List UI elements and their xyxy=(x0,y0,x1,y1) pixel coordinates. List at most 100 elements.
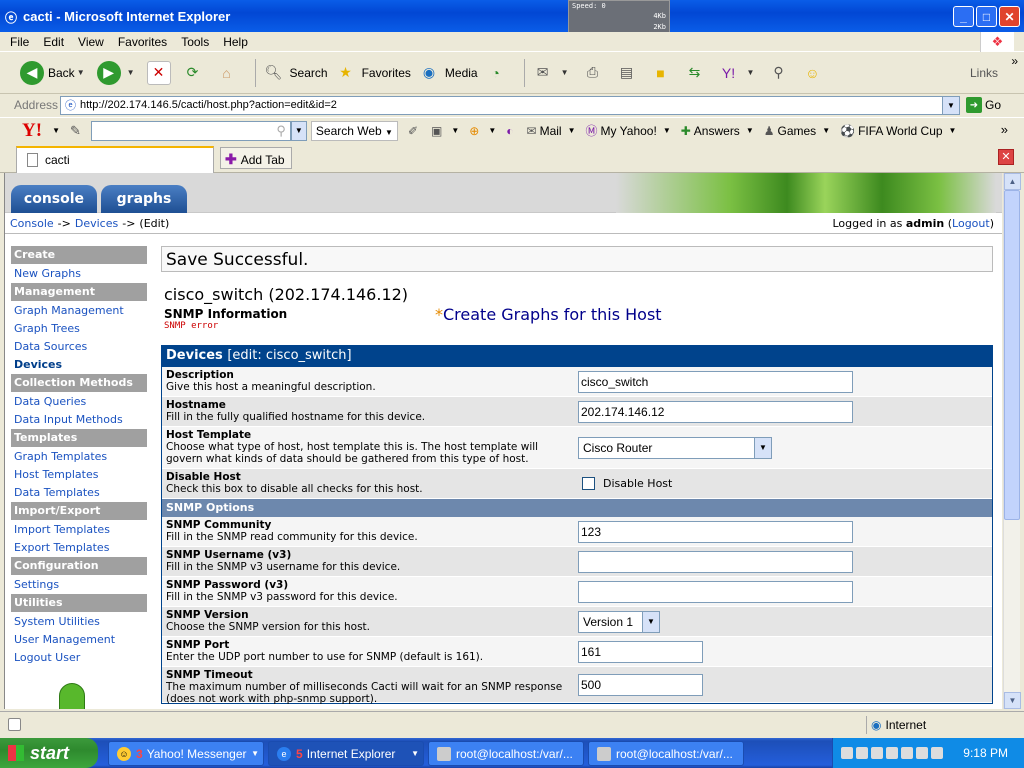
scroll-up-icon[interactable]: ▲ xyxy=(1004,173,1021,190)
pencil-icon[interactable]: ✎ xyxy=(70,123,81,139)
home-button[interactable]: ⌂ xyxy=(215,58,243,88)
disable-host-label[interactable]: Disable Host xyxy=(603,477,672,490)
menu-link-graph-management[interactable]: Graph Management xyxy=(11,302,147,320)
popup-blocker-button[interactable]: ▣ ▼ xyxy=(431,124,459,138)
task-terminal-1[interactable]: root@localhost:/var/... xyxy=(428,741,584,766)
vertical-scrollbar[interactable]: ▲ ▼ xyxy=(1003,173,1021,709)
favorites-button[interactable]: ★ Favorites xyxy=(334,58,411,88)
breadcrumb-devices[interactable]: Devices xyxy=(75,217,118,230)
address-dropdown-icon[interactable]: ▼ xyxy=(942,96,959,114)
snmp-password-input[interactable] xyxy=(578,580,853,603)
menu-tools[interactable]: Tools xyxy=(181,35,209,49)
highlight-button[interactable]: ✐ xyxy=(408,124,421,138)
tab-cacti[interactable]: cacti xyxy=(16,146,214,173)
back-button[interactable]: ◀ Back ▼ xyxy=(20,58,91,88)
maximize-button[interactable]: □ xyxy=(976,6,997,27)
history-button[interactable]: ◔ xyxy=(484,58,512,88)
menu-link-host-templates[interactable]: Host Templates xyxy=(11,466,147,484)
snmp-community-input[interactable]: 123 xyxy=(578,520,853,543)
tray-messenger-icon[interactable] xyxy=(916,747,928,759)
menu-link-data-queries[interactable]: Data Queries xyxy=(11,393,147,411)
links-label[interactable]: Links xyxy=(970,66,998,80)
description-input[interactable]: cisco_switch xyxy=(578,370,853,393)
menu-link-data-input-methods[interactable]: Data Input Methods xyxy=(11,411,147,429)
snmp-username-input[interactable] xyxy=(578,550,853,573)
tray-antivirus-icon[interactable] xyxy=(931,747,943,759)
mail-button[interactable]: ✉ ▼ xyxy=(531,58,575,88)
add-tab-button[interactable]: ✚ Add Tab xyxy=(220,147,292,169)
my-yahoo-button[interactable]: Ⓜ My Yahoo! ▼ xyxy=(586,122,671,139)
answers-button[interactable]: ✚ Answers ▼ xyxy=(681,124,754,138)
messenger-button[interactable]: ⇆ xyxy=(683,58,711,88)
hostname-input[interactable]: 202.174.146.12 xyxy=(578,400,853,423)
yahoo-logo[interactable]: Y! xyxy=(22,120,42,142)
forward-dropdown-icon[interactable]: ▼ xyxy=(127,68,135,77)
media-button[interactable]: ◉ Media xyxy=(417,58,478,88)
task-terminal-2[interactable]: root@localhost:/var/... xyxy=(588,741,744,766)
clock[interactable]: 9:18 PM xyxy=(963,746,1008,760)
start-button[interactable]: start xyxy=(0,738,98,768)
menu-favorites[interactable]: Favorites xyxy=(118,35,167,49)
research-button[interactable]: ⚲ xyxy=(766,58,794,88)
menu-link-data-templates[interactable]: Data Templates xyxy=(11,484,147,502)
close-tab-icon[interactable]: ✕ xyxy=(998,149,1014,165)
tray-user-icon[interactable] xyxy=(871,747,883,759)
search-web-button[interactable]: Search Web ▼ xyxy=(310,120,398,141)
menu-file[interactable]: File xyxy=(10,35,29,49)
tray-arrow-icon[interactable] xyxy=(841,747,853,759)
menu-link-import-templates[interactable]: Import Templates xyxy=(11,521,147,539)
tray-exchange-icon[interactable] xyxy=(886,747,898,759)
menu-link-user-management[interactable]: User Management xyxy=(11,631,147,649)
forward-button[interactable]: ▶ ▼ xyxy=(96,58,141,88)
address-input[interactable]: ⓔ http://202.174.146.5/cacti/host.php?ac… xyxy=(60,95,960,115)
menu-link-graph-templates[interactable]: Graph Templates xyxy=(11,448,147,466)
yahoo-button[interactable]: Y! ▼ xyxy=(717,58,761,88)
menu-view[interactable]: View xyxy=(78,35,104,49)
menu-edit[interactable]: Edit xyxy=(43,35,64,49)
yahoo-logo-dropdown-icon[interactable]: ▼ xyxy=(52,126,60,135)
tab-graphs[interactable]: graphs xyxy=(101,185,187,213)
menu-link-graph-trees[interactable]: Graph Trees xyxy=(11,320,147,338)
notes-button[interactable]: ■ xyxy=(649,58,677,88)
task-yahoo-messenger[interactable]: ☺ 3 Yahoo! Messenger ▼ xyxy=(108,741,264,766)
menu-link-new-graphs[interactable]: New Graphs xyxy=(11,265,147,283)
menu-link-devices[interactable]: Devices xyxy=(11,356,147,374)
mail-dropdown-icon[interactable]: ▼ xyxy=(561,68,569,77)
go-button[interactable]: ➜ Go xyxy=(966,97,1001,113)
tray-network-icon[interactable] xyxy=(856,747,868,759)
scroll-down-icon[interactable]: ▼ xyxy=(1004,692,1021,709)
fifa-button[interactable]: ⚽ FIFA World Cup ▼ xyxy=(840,124,956,138)
task-internet-explorer[interactable]: e 5 Internet Explorer ▼ xyxy=(268,741,424,766)
yahoo-search-dropdown-icon[interactable]: ▼ xyxy=(290,120,307,141)
tab-console[interactable]: console xyxy=(11,185,97,213)
edit-button[interactable]: ▤ xyxy=(615,58,643,88)
snmp-timeout-input[interactable]: 500 xyxy=(578,673,703,696)
music-button[interactable]: ◐ xyxy=(506,124,516,138)
yahoo-search-input[interactable]: ⚲ xyxy=(90,120,291,141)
print-button[interactable]: ⎙ xyxy=(581,58,609,88)
yahoo-dropdown-icon[interactable]: ▼ xyxy=(747,68,755,77)
menu-link-logout-user[interactable]: Logout User xyxy=(11,649,147,667)
minimize-button[interactable]: _ xyxy=(953,6,974,27)
chevron-right-icon[interactable]: » xyxy=(1001,122,1008,137)
menu-link-export-templates[interactable]: Export Templates xyxy=(11,539,147,557)
snmp-port-input[interactable]: 161 xyxy=(578,640,703,663)
logout-link[interactable]: Logout xyxy=(952,217,990,230)
refresh-button[interactable]: ⟳ xyxy=(181,58,209,88)
yahoo-mail-button[interactable]: ✉ Mail ▼ xyxy=(527,124,576,138)
games-button[interactable]: ♟ Games ▼ xyxy=(764,124,830,138)
chevron-right-icon[interactable]: » xyxy=(1011,54,1018,68)
snmp-version-select[interactable]: Version 1 ▼ xyxy=(578,610,660,633)
yahoo-messenger-button[interactable]: ☺ xyxy=(800,58,828,88)
host-template-select[interactable]: Cisco Router ▼ xyxy=(578,436,772,459)
menu-link-system-utilities[interactable]: System Utilities xyxy=(11,613,147,631)
create-graphs-label[interactable]: Create Graphs for this Host xyxy=(443,305,662,324)
antispy-button[interactable]: ⊕ ▼ xyxy=(469,124,496,138)
close-button[interactable]: ✕ xyxy=(999,6,1020,27)
menu-help[interactable]: Help xyxy=(223,35,248,49)
create-graphs-link[interactable]: *Create Graphs for this Host xyxy=(435,305,662,324)
menu-link-data-sources[interactable]: Data Sources xyxy=(11,338,147,356)
scrollbar-thumb[interactable] xyxy=(1004,190,1020,520)
tray-connection-icon[interactable] xyxy=(901,747,913,759)
disable-host-checkbox[interactable] xyxy=(582,477,595,490)
